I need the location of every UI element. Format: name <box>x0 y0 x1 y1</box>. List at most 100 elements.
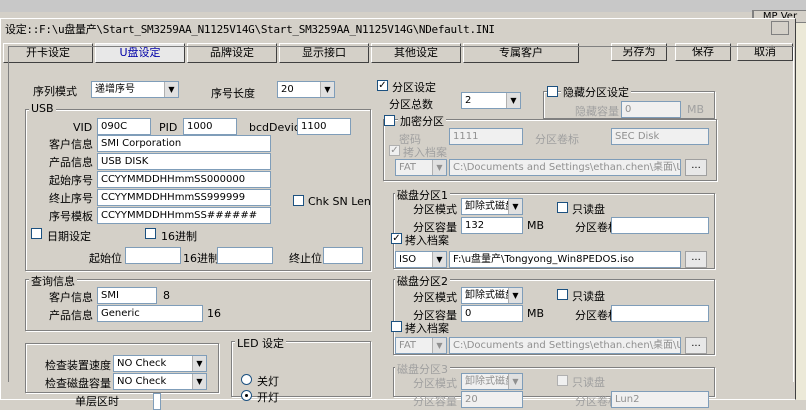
partition-count-label: 分区总数 <box>389 98 433 111</box>
disk3-readonly-label: 只读盘 <box>572 376 605 389</box>
query-product-label: 产品信息 <box>49 309 93 322</box>
disk1-copy-checkbox[interactable]: ✓ <box>391 233 402 244</box>
check-speed-select[interactable]: NO Check ▼ <box>113 355 207 372</box>
serial-length-select[interactable]: 20 ▼ <box>277 81 335 98</box>
encrypt-copy-label: 拷入档案 <box>403 146 447 159</box>
customer-info-field[interactable]: SMI Corporation <box>97 135 271 152</box>
disk3-mode-select[interactable]: 卸除式磁盘 ▼ <box>461 373 523 390</box>
hex16-label: 16进制 <box>161 230 197 243</box>
pid-field[interactable]: 1000 <box>183 118 237 135</box>
start-pos-label: 起始位 <box>89 252 122 265</box>
date-setting-checkbox[interactable] <box>31 228 42 239</box>
chevron-down-icon: ▼ <box>320 82 334 97</box>
serial-mode-select[interactable]: 递增序号 ▼ <box>91 81 179 98</box>
disk2-volume-field[interactable] <box>611 305 709 322</box>
check-cut-field[interactable] <box>153 393 161 410</box>
end-sn-field[interactable]: CCYYMMDDHHmmSS999999 <box>97 189 271 206</box>
customer-info-label: 客户信息 <box>49 138 93 151</box>
encrypt-browse-button[interactable]: ... <box>685 159 707 176</box>
disk1-copy-label: 拷入档案 <box>405 234 449 247</box>
disk1-readonly-label: 只读盘 <box>572 203 605 216</box>
vid-label: VID <box>73 121 93 134</box>
hidden-partition-checkbox[interactable] <box>547 86 558 97</box>
disk1-fs-select[interactable]: ISO ▼ <box>395 251 447 268</box>
hex16-checkbox[interactable] <box>145 228 156 239</box>
hidden-capacity-label: 隐藏容量 <box>575 105 619 118</box>
partition-checkbox[interactable]: ✓ <box>377 80 388 91</box>
disk1-capacity-field[interactable]: 132 <box>461 217 523 234</box>
close-button[interactable] <box>771 21 789 35</box>
disk2-group-label: 磁盘分区2 <box>395 273 450 289</box>
chevron-down-icon: ▼ <box>508 199 522 214</box>
disk3-mode-label: 分区模式 <box>413 377 457 390</box>
start-sn-field[interactable]: CCYYMMDDHHmmSS000000 <box>97 171 271 188</box>
check-speed-label: 检查装置速度 <box>45 359 111 372</box>
start-pos-field[interactable] <box>125 247 181 264</box>
query-product-len: 16 <box>207 307 221 320</box>
encrypt-volume-label: 分区卷标 <box>535 133 579 146</box>
disk2-path-field[interactable]: C:\Documents and Settings\ethan.chen\桌面\… <box>449 337 681 354</box>
check-cut-label: 单层区时 <box>75 395 119 408</box>
end-pos-field[interactable] <box>323 247 363 264</box>
query-customer-label: 客户信息 <box>49 291 93 304</box>
disk1-browse-button[interactable]: ... <box>685 251 707 268</box>
hex16b-label: 16进制 <box>183 252 219 265</box>
check-capacity-label: 检查磁盘容量 <box>45 377 111 390</box>
disk2-capacity-field[interactable]: 0 <box>461 305 523 322</box>
vid-field[interactable]: 090C <box>97 118 151 135</box>
led-on-label: 开灯 <box>257 391 279 404</box>
udisk-panel: 序列模式 递增序号 ▼ 序号长度 20 ▼ USB VID 090C PID 100… <box>8 46 794 410</box>
chevron-down-icon: ▼ <box>506 93 520 108</box>
bcd-field[interactable]: 1100 <box>297 118 351 135</box>
date-setting-label: 日期设定 <box>47 230 91 243</box>
dialog-title: 设定::F:\u盘量产\Start_SM3259AA_N1125V14G\Sta… <box>5 23 495 36</box>
serial-length-label: 序号长度 <box>211 87 255 100</box>
chevron-down-icon: ▼ <box>508 288 522 303</box>
disk2-readonly-checkbox[interactable] <box>557 289 568 300</box>
product-info-field[interactable]: USB DISK <box>97 153 271 170</box>
chevron-down-icon: ▼ <box>192 356 206 371</box>
disk1-path-field[interactable]: F:\u盘量产\Tongyong_Win8PEDOS.iso <box>449 251 681 268</box>
encrypt-volume-field[interactable]: SEC Disk <box>611 128 709 145</box>
query-product-field[interactable]: Generic <box>97 305 203 322</box>
chevron-down-icon: ▼ <box>164 82 178 97</box>
encrypt-password-field[interactable]: 1111 <box>449 128 523 145</box>
hex16b-field[interactable] <box>217 247 273 264</box>
led-on-radio[interactable] <box>241 390 252 401</box>
end-pos-label: 终止位 <box>289 252 322 265</box>
query-customer-len: 8 <box>163 289 170 302</box>
disk1-capacity-unit: MB <box>527 219 545 232</box>
chk-sn-len-checkbox[interactable] <box>293 195 304 206</box>
disk1-readonly-checkbox[interactable] <box>557 202 568 213</box>
query-group-label: 查询信息 <box>29 273 77 289</box>
led-group-label: LED 设定 <box>235 335 287 351</box>
chevron-down-icon: ▼ <box>192 374 206 389</box>
encrypt-copy-checkbox[interactable]: ✓ <box>389 145 400 156</box>
disk2-browse-button[interactable]: ... <box>685 337 707 354</box>
encrypt-fs-select[interactable]: FAT ▼ <box>395 159 447 176</box>
hidden-capacity-field[interactable]: 0 <box>621 101 681 118</box>
hidden-capacity-unit: MB <box>687 103 705 116</box>
sn-template-field[interactable]: CCYYMMDDHHmmSS###### <box>97 207 271 224</box>
partition-count-select[interactable]: 2 ▼ <box>461 92 521 109</box>
disk2-mode-select[interactable]: 卸除式磁盘 ▼ <box>461 287 523 304</box>
disk1-volume-field[interactable] <box>611 217 709 234</box>
disk3-readonly-checkbox[interactable] <box>557 375 568 386</box>
disk2-mode-label: 分区模式 <box>413 291 457 304</box>
disk1-mode-select[interactable]: 卸除式磁盘 ▼ <box>461 198 523 215</box>
chevron-down-icon: ▼ <box>432 338 446 353</box>
check-capacity-select[interactable]: NO Check ▼ <box>113 373 207 390</box>
led-off-radio[interactable] <box>241 374 252 385</box>
pid-label: PID <box>159 121 178 134</box>
disk2-readonly-label: 只读盘 <box>572 290 605 303</box>
background-window-strip <box>0 0 806 12</box>
chevron-down-icon: ▼ <box>508 374 522 389</box>
disk2-copy-checkbox[interactable] <box>391 321 402 332</box>
encrypt-label: 加密分区 <box>398 113 446 129</box>
query-customer-field[interactable]: SMI <box>97 287 157 304</box>
encrypt-checkbox[interactable] <box>384 115 395 126</box>
led-off-label: 关灯 <box>257 375 279 388</box>
encrypt-path-field[interactable]: C:\Documents and Settings\ethan.chen\桌面\… <box>449 159 681 176</box>
sn-template-label: 序号模板 <box>49 210 93 223</box>
disk2-fs-select[interactable]: FAT ▼ <box>395 337 447 354</box>
